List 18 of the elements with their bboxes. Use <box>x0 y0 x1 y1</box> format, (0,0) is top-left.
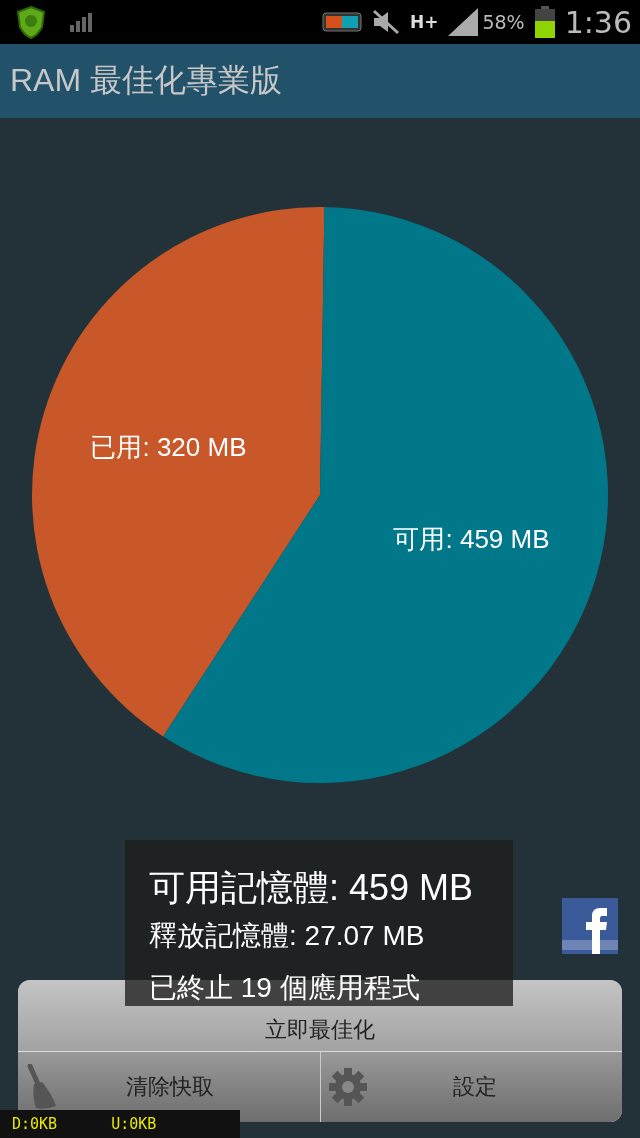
app-title: RAM 最佳化專業版 <box>10 61 282 100</box>
ram-icon <box>321 12 362 32</box>
toast-message: 釋放記憶體: 27.07 MB <box>149 919 426 953</box>
network-type: H+ <box>409 12 439 32</box>
slice-label: 已用: 320 MB <box>90 431 247 462</box>
mute-icon <box>371 9 400 35</box>
slice-label: 可用: 459 MB <box>393 524 550 555</box>
facebook-icon[interactable] <box>562 898 618 954</box>
settings-button[interactable]: 設定 <box>320 1052 622 1122</box>
signal-icon <box>70 12 92 32</box>
battery-percent: 58% <box>482 11 525 33</box>
shield-icon <box>14 5 48 39</box>
gear-icon <box>328 1068 367 1106</box>
cell-signal-icon <box>448 8 479 36</box>
toast-message: 可用記憶體: 459 MB <box>149 866 475 910</box>
clock: 1:36 <box>564 4 632 40</box>
battery-icon <box>534 6 555 38</box>
brush-icon <box>26 1064 58 1110</box>
